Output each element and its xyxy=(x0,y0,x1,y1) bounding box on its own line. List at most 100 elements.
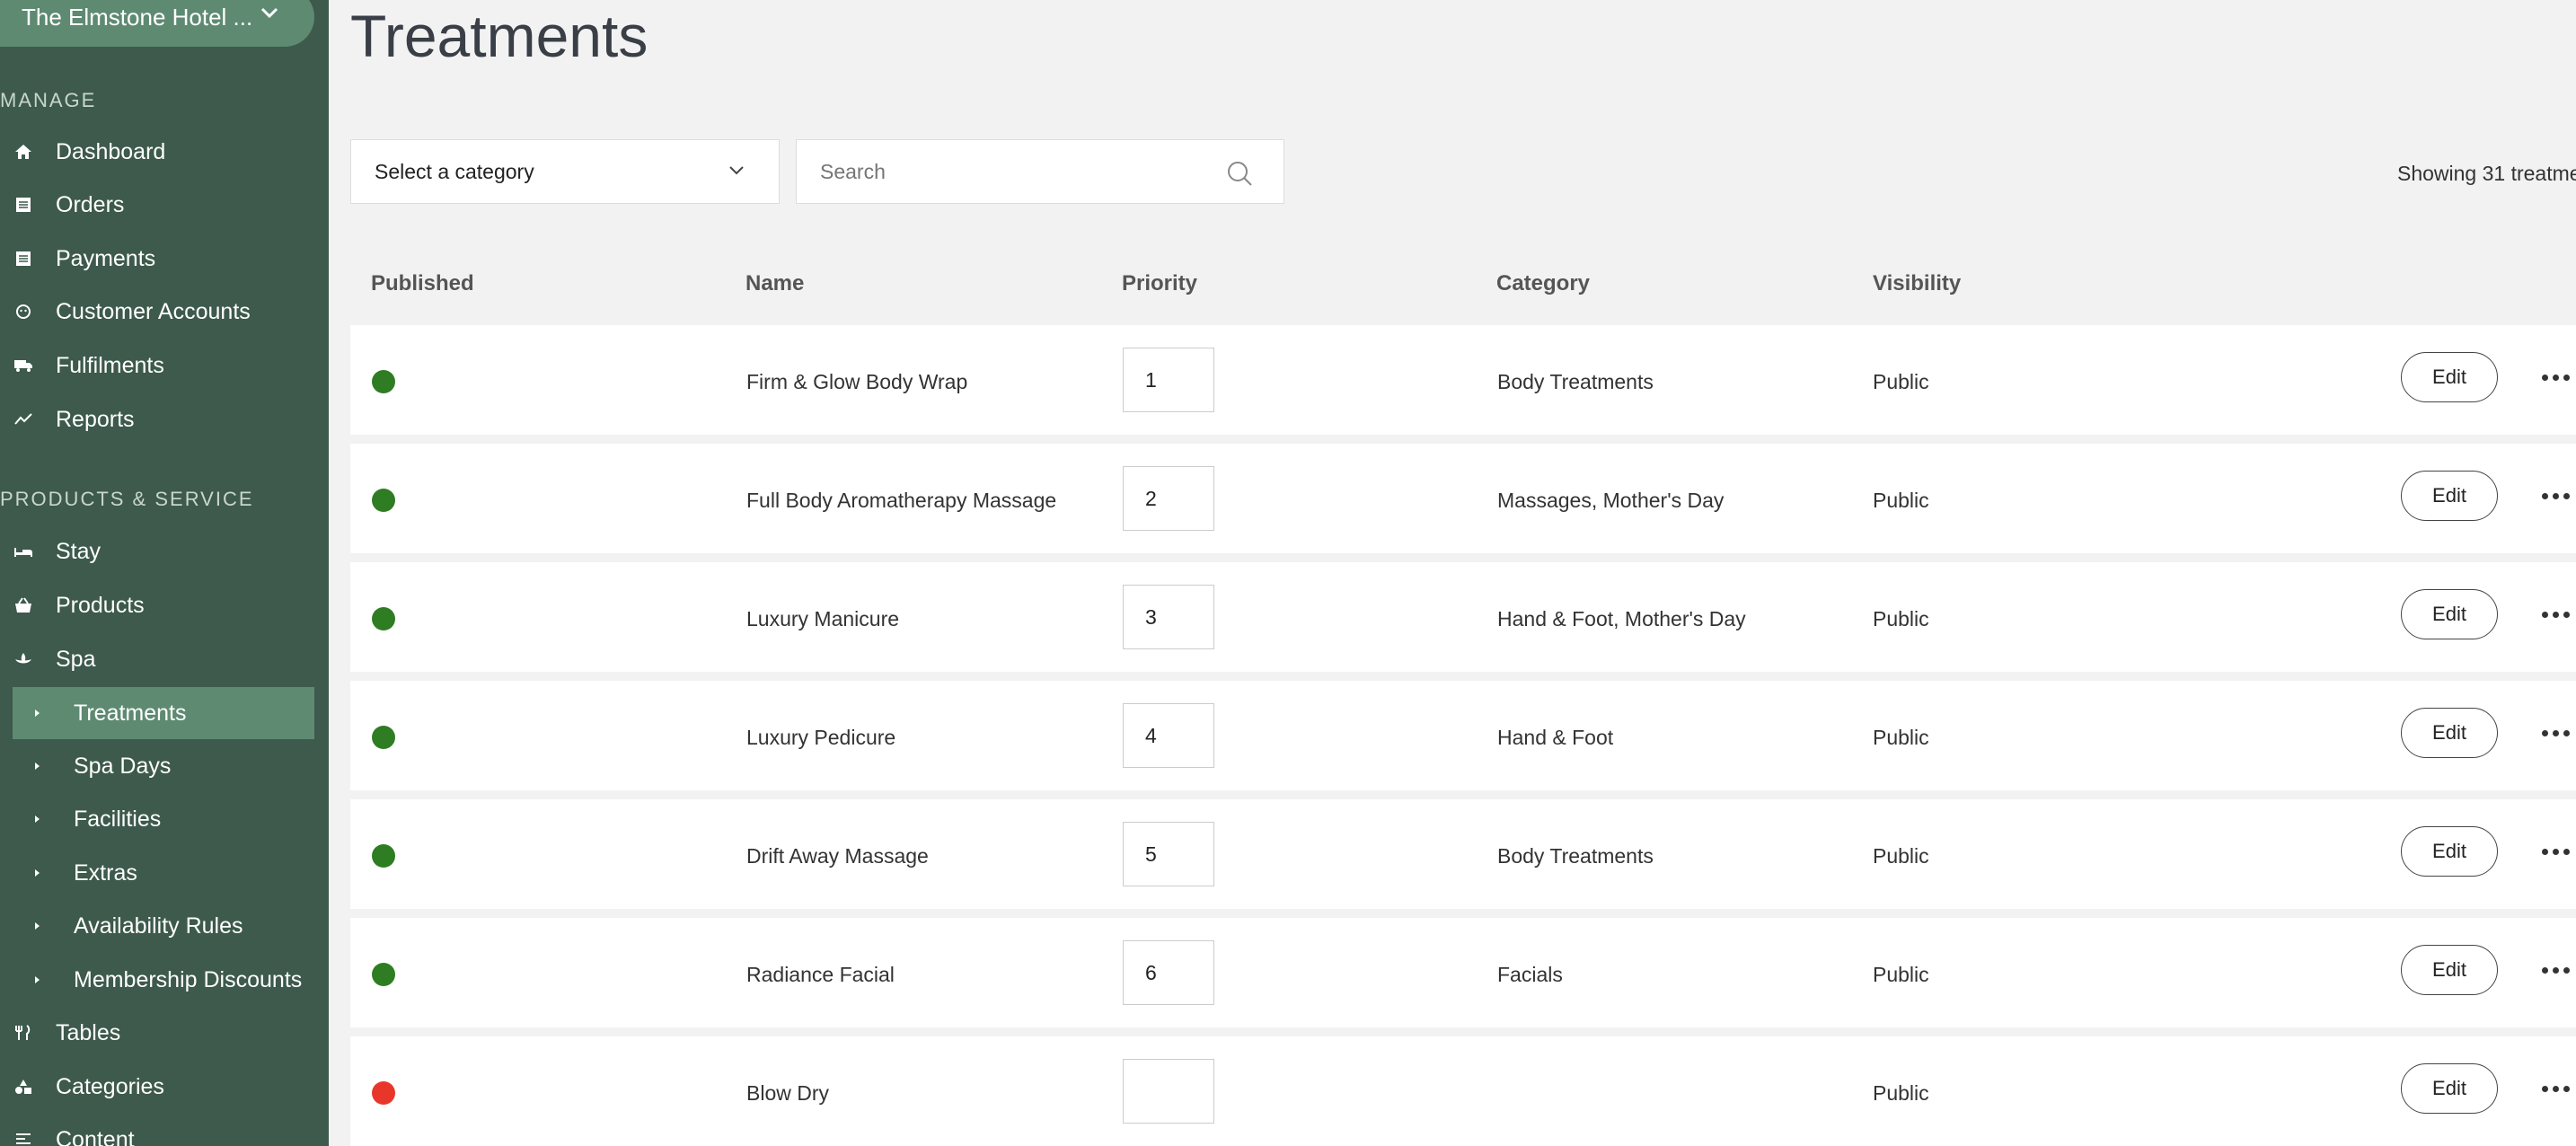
treatment-category: Hand & Foot xyxy=(1497,726,1614,749)
more-options-icon[interactable] xyxy=(2542,493,2574,502)
edit-button[interactable]: Edit xyxy=(2401,1063,2498,1114)
chevron-down-icon xyxy=(729,166,744,175)
sidebar-item-tables[interactable]: Tables xyxy=(0,1007,314,1059)
spa-icon xyxy=(11,651,36,667)
more-options-icon[interactable] xyxy=(2542,967,2574,976)
priority-input[interactable] xyxy=(1123,348,1214,412)
edit-button[interactable]: Edit xyxy=(2401,352,2498,402)
treatment-visibility: Public xyxy=(1873,1081,1929,1105)
sidebar-item-orders[interactable]: Orders xyxy=(0,179,314,231)
trend-icon xyxy=(11,413,36,426)
table-row: Luxury Pedicure Hand & Foot Public Edit xyxy=(350,681,2576,790)
column-header-published[interactable]: Published xyxy=(371,271,474,296)
edit-button[interactable]: Edit xyxy=(2401,589,2498,639)
sidebar-subitem-membership-discounts[interactable]: Membership Discounts xyxy=(13,954,314,1006)
treatment-category: Body Treatments xyxy=(1497,844,1654,868)
column-header-priority[interactable]: Priority xyxy=(1122,271,1197,296)
sidebar-item-payments[interactable]: Payments xyxy=(0,233,314,285)
caret-right-icon xyxy=(34,762,43,771)
hotel-name: The Elmstone Hotel ... xyxy=(22,3,253,31)
published-status-dot xyxy=(372,963,395,986)
result-count: Showing 31 treatme xyxy=(2397,162,2576,185)
published-status-dot xyxy=(372,726,395,749)
priority-input[interactable] xyxy=(1123,585,1214,649)
sidebar-item-customer-accounts[interactable]: Customer Accounts xyxy=(0,286,314,338)
more-options-icon[interactable] xyxy=(2542,375,2574,383)
priority-input[interactable] xyxy=(1123,1059,1214,1124)
caret-right-icon xyxy=(34,975,43,984)
cutlery-icon xyxy=(11,1025,36,1041)
sidebar-subitem-extras[interactable]: Extras xyxy=(13,847,314,899)
sidebar-subitem-availability-rules[interactable]: Availability Rules xyxy=(13,900,314,952)
edit-button[interactable]: Edit xyxy=(2401,708,2498,758)
category-select[interactable]: Select a category xyxy=(350,139,780,204)
more-options-icon[interactable] xyxy=(2542,1086,2574,1095)
priority-input[interactable] xyxy=(1123,466,1214,531)
sidebar-item-label: Dashboard xyxy=(56,138,166,164)
sidebar-item-fulfilments[interactable]: Fulfilments xyxy=(0,339,314,392)
face-icon xyxy=(11,304,36,320)
treatment-name: Firm & Glow Body Wrap xyxy=(746,370,968,393)
caret-right-icon xyxy=(34,868,43,877)
edit-button[interactable]: Edit xyxy=(2401,945,2498,995)
more-options-icon[interactable] xyxy=(2542,730,2574,739)
priority-input[interactable] xyxy=(1123,940,1214,1005)
basket-icon xyxy=(11,597,36,613)
search-input[interactable] xyxy=(818,158,1199,185)
shapes-icon xyxy=(11,1079,36,1095)
sidebar-item-label: Categories xyxy=(56,1073,164,1099)
more-options-icon[interactable] xyxy=(2542,612,2574,621)
sidebar-item-label: Content xyxy=(56,1126,135,1146)
sidebar-subitem-label: Spa Days xyxy=(74,753,172,779)
page-title: Treatments xyxy=(350,3,648,69)
column-header-category[interactable]: Category xyxy=(1496,271,1590,296)
priority-input[interactable] xyxy=(1123,703,1214,768)
sidebar-subitem-facilities[interactable]: Facilities xyxy=(13,793,314,845)
caret-right-icon xyxy=(34,815,43,824)
sidebar-item-products[interactable]: Products xyxy=(0,579,314,631)
table-row: Drift Away Massage Body Treatments Publi… xyxy=(350,799,2576,909)
edit-button[interactable]: Edit xyxy=(2401,471,2498,521)
sidebar-item-spa[interactable]: Spa xyxy=(0,633,314,685)
home-icon xyxy=(11,144,36,160)
hotel-selector[interactable]: The Elmstone Hotel ... xyxy=(0,0,314,47)
search-icon[interactable] xyxy=(1226,160,1253,187)
treatment-name: Full Body Aromatherapy Massage xyxy=(746,489,1057,512)
treatment-name: Blow Dry xyxy=(746,1081,830,1105)
table-row: Firm & Glow Body Wrap Body Treatments Pu… xyxy=(350,325,2576,435)
priority-input[interactable] xyxy=(1123,822,1214,886)
sidebar-item-label: Payments xyxy=(56,245,156,271)
column-header-name[interactable]: Name xyxy=(745,271,804,296)
sidebar-item-label: Customer Accounts xyxy=(56,298,251,324)
treatment-category: Hand & Foot, Mother's Day xyxy=(1497,607,1746,630)
treatment-visibility: Public xyxy=(1873,370,1929,393)
treatment-visibility: Public xyxy=(1873,607,1929,630)
sidebar-item-label: Orders xyxy=(56,191,125,217)
sidebar-item-dashboard[interactable]: Dashboard xyxy=(0,126,314,178)
column-header-visibility[interactable]: Visibility xyxy=(1873,271,1961,296)
edit-button[interactable]: Edit xyxy=(2401,826,2498,877)
treatment-visibility: Public xyxy=(1873,726,1929,749)
table-row: Blow Dry Public Edit xyxy=(350,1036,2576,1146)
sidebar-item-reports[interactable]: Reports xyxy=(0,393,314,445)
sidebar-subitem-spa-days[interactable]: Spa Days xyxy=(13,740,314,792)
bed-icon xyxy=(11,544,36,559)
sidebar-subitem-label: Availability Rules xyxy=(74,912,243,939)
sidebar-subitem-label: Extras xyxy=(74,860,137,886)
text-icon xyxy=(11,1133,36,1146)
more-options-icon[interactable] xyxy=(2542,849,2574,858)
sidebar-subitem-treatments[interactable]: Treatments xyxy=(13,687,314,739)
sidebar-item-stay[interactable]: Stay xyxy=(0,525,314,577)
sidebar-item-categories[interactable]: Categories xyxy=(0,1061,314,1113)
treatment-visibility: Public xyxy=(1873,844,1929,868)
sidebar-item-label: Reports xyxy=(56,406,135,432)
treatment-category: Facials xyxy=(1497,963,1563,986)
treatment-visibility: Public xyxy=(1873,963,1929,986)
sidebar-item-label: Stay xyxy=(56,538,101,564)
sidebar-subitem-label: Facilities xyxy=(74,806,162,832)
treatment-name: Drift Away Massage xyxy=(746,844,929,868)
sidebar-subitem-label: Membership Discounts xyxy=(74,966,303,992)
treatment-visibility: Public xyxy=(1873,489,1929,512)
sidebar-item-content[interactable]: Content xyxy=(0,1114,314,1146)
search-box xyxy=(796,139,1284,204)
